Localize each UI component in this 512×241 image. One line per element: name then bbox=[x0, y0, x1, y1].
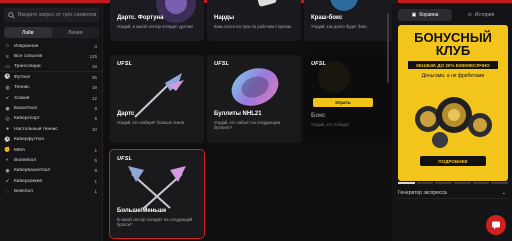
chat-button[interactable] bbox=[486, 215, 506, 235]
sidebar-item-cyber-hockey[interactable]: ↙ Киберхоккей 1 bbox=[0, 176, 103, 186]
banner-pagination bbox=[398, 182, 509, 184]
game-title: Дартс bbox=[117, 111, 135, 117]
tab-live[interactable]: Лайв bbox=[4, 27, 52, 38]
tab-line[interactable]: Линия bbox=[52, 27, 100, 38]
pagination-dot[interactable] bbox=[435, 182, 453, 184]
game-card-boxing[interactable]: UFSL Играть Бокс Угадай, кто победит bbox=[304, 55, 398, 143]
star-icon: ☆ bbox=[5, 43, 10, 50]
tv-icon: ▭ bbox=[5, 63, 10, 70]
pagination-dot[interactable] bbox=[472, 182, 490, 184]
sidebar-item-favorites[interactable]: ☆ Избранное 0 bbox=[0, 41, 103, 51]
ufsl-logo: UFSL bbox=[311, 61, 327, 67]
sidebar-item-tennis[interactable]: ◍ Теннис 19 bbox=[0, 83, 103, 93]
promo-title: БОНУСНЫЙ КЛУБ bbox=[414, 30, 492, 58]
chevron-down-icon: ⌄ bbox=[501, 189, 506, 196]
play-button[interactable]: Играть bbox=[313, 98, 373, 107]
basketball-icon: ◉ bbox=[5, 105, 10, 112]
game-card-crash-box[interactable]: Краш-бокс Угадай, как долго будет бокс. bbox=[304, 0, 398, 41]
express-generator[interactable]: Генератор экспресса ⌄ bbox=[398, 187, 508, 199]
sidebar-item-hockey[interactable]: ↙ Хоккей 12 bbox=[0, 93, 103, 103]
list-icon: ≡ bbox=[6, 53, 9, 60]
game-title: Больше/Меньше bbox=[117, 208, 167, 214]
grid-scrollbar[interactable] bbox=[387, 13, 389, 83]
ufsl-logo: UFSL bbox=[117, 156, 133, 162]
game-title: Бокс bbox=[311, 113, 326, 119]
game-card-more-less[interactable]: UFSL Больше/Меньше В какой сектор попадё… bbox=[109, 149, 205, 239]
promo-subtitle: Деньгами, а не фрибетами bbox=[421, 73, 485, 79]
table-tennis-icon: ● bbox=[5, 126, 10, 133]
sidebar-item-cyber-football[interactable]: ⚽ Киберфутбол bbox=[0, 135, 103, 145]
sidebar: Введите запрос от трёх символов Лайв Лин… bbox=[0, 3, 103, 241]
cyber-basketball-icon: ◉ bbox=[5, 167, 10, 174]
sports-list: ☆ Избранное 0 ≡ Все события 125 ▭ Трансляции 1… bbox=[0, 41, 103, 197]
tennis-icon: ◍ bbox=[5, 84, 10, 91]
darts-image bbox=[110, 55, 204, 143]
search-input[interactable]: Введите запрос от трёх символов bbox=[18, 12, 96, 18]
baseball-icon: ◌ bbox=[6, 188, 9, 195]
live-line-tabs: Лайв Линия bbox=[4, 27, 99, 38]
sidebar-item-football[interactable]: ⚽ Футбол 35 bbox=[0, 72, 103, 82]
cyber-football-icon: ⚽ bbox=[4, 136, 11, 143]
sidebar-item-cyber-basketball[interactable]: ◉ Кибербаскетбол 8 bbox=[0, 166, 103, 176]
mma-icon: ✊ bbox=[4, 147, 11, 154]
game-desc: Кинь кости на трек по рабочим стартам. bbox=[214, 24, 292, 29]
game-desc: Угадай, как долго будет бокс. bbox=[311, 24, 368, 29]
game-title: Буллиты NHL21 bbox=[214, 111, 262, 117]
ufsl-logo: UFSL bbox=[214, 61, 230, 67]
game-card-darts-fortune[interactable]: Дартс. Фортуна Угадай, в какой сектор по… bbox=[110, 0, 204, 41]
pagination-dot[interactable] bbox=[454, 182, 471, 184]
sidebar-item-volleyball[interactable]: ◐ Волейбол 5 bbox=[0, 155, 103, 165]
game-card-backgammon[interactable]: Нарды Кинь кости на трек по рабочим стар… bbox=[207, 0, 301, 41]
coins-image bbox=[415, 97, 492, 148]
app-root: Введите запрос от трёх символов Лайв Лин… bbox=[0, 0, 512, 241]
football-icon: ⚽ bbox=[4, 74, 11, 81]
game-card-darts[interactable]: UFSL Дартс Угадай, кто наберёт больше оч… bbox=[110, 55, 204, 143]
tab-coupon[interactable]: ▣ Корзина bbox=[398, 9, 452, 21]
cart-icon: ▣ bbox=[411, 12, 417, 18]
game-card-nhl-shootouts[interactable]: UFSL Буллиты NHL21 Угадай, кто забьёт на… bbox=[207, 55, 301, 143]
bonus-club-banner[interactable]: БОНУСНЫЙ КЛУБ КЕШБЭК ДО 20% ЕЖЕМЕСЯЧНО Д… bbox=[398, 25, 508, 181]
tab-history[interactable]: ⊙ История bbox=[454, 9, 508, 21]
sidebar-item-mma[interactable]: ✊ ММА 1 bbox=[0, 145, 103, 155]
promo-more-button[interactable]: ПОДРОБНЕЕ bbox=[420, 156, 486, 166]
promo-cashback-strip: КЕШБЭК ДО 20% ЕЖЕМЕСЯЧНО bbox=[408, 61, 498, 69]
pagination-dot[interactable] bbox=[491, 182, 509, 184]
game-desc: Угадай, кто победит bbox=[311, 122, 350, 127]
sidebar-item-baseball[interactable]: ◌ Бейсбол 1 bbox=[0, 186, 103, 196]
pagination-dot[interactable] bbox=[398, 182, 415, 184]
volleyball-icon: ◐ bbox=[5, 157, 10, 164]
esports-icon: ◎ bbox=[5, 115, 10, 122]
ufsl-logo: UFSL bbox=[117, 61, 133, 67]
search-box[interactable]: Введите запрос от трёх символов bbox=[4, 8, 99, 22]
game-desc: Угадай, в какой сектор попадёт дротик! bbox=[117, 24, 194, 29]
sidebar-item-all-events[interactable]: ≡ Все события 125 bbox=[0, 51, 103, 61]
hockey-icon: ↙ bbox=[5, 95, 10, 102]
chat-icon bbox=[492, 221, 500, 230]
pagination-dot[interactable] bbox=[416, 182, 434, 184]
sidebar-item-table-tennis[interactable]: ● Настольный теннис 10 bbox=[0, 124, 103, 134]
search-icon bbox=[8, 11, 15, 19]
game-title: Дартс. Фортуна bbox=[117, 15, 164, 21]
coupon-tabs: ▣ Корзина ⊙ История bbox=[398, 9, 508, 21]
sidebar-item-streams[interactable]: ▭ Трансляции 19 bbox=[0, 62, 103, 73]
sidebar-item-basketball[interactable]: ◉ Баскетбол 9 bbox=[0, 103, 103, 113]
cyber-hockey-icon: ↙ bbox=[5, 178, 10, 185]
sidebar-item-esports[interactable]: ◎ Киберспорт 9 bbox=[0, 114, 103, 124]
game-title: Краш-бокс bbox=[311, 15, 343, 21]
game-desc: В какой сектор попадёт на следующий брос… bbox=[117, 217, 193, 227]
games-grid: Дартс. Фортуна Угадай, в какой сектор по… bbox=[103, 0, 398, 241]
history-icon: ⊙ bbox=[467, 12, 472, 18]
game-desc: Угадай, кто забьёт на следующем буллите? bbox=[214, 120, 281, 130]
game-desc: Угадай, кто наберёт больше очков bbox=[117, 120, 184, 125]
right-panel: ▣ Корзина ⊙ История БОНУСНЫЙ КЛУБ КЕШБЭК Д… bbox=[392, 3, 512, 241]
game-title: Нарды bbox=[214, 15, 235, 21]
